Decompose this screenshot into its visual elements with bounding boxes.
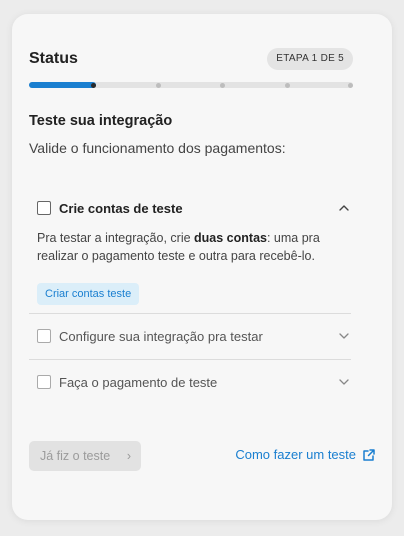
- progress-fill: [29, 82, 96, 88]
- accordion-item-create-accounts: Crie contas de teste Pra testar a integr…: [29, 197, 351, 307]
- help-link-label: Como fazer um teste: [235, 447, 356, 462]
- how-to-test-link[interactable]: Como fazer um teste: [235, 447, 376, 462]
- progress-step-dot: [155, 82, 161, 88]
- accordion-header-configure[interactable]: Configure sua integração pra testar: [29, 325, 351, 349]
- description-text: Pra testar a integração, crie: [37, 231, 195, 245]
- progress-step-dot: [90, 82, 96, 88]
- item-description: Pra testar a integração, crie duas conta…: [37, 229, 349, 265]
- progress-step-dot: [348, 82, 353, 88]
- divider: [29, 313, 351, 314]
- accordion-item-configure: Configure sua integração pra testar: [29, 325, 351, 349]
- progress-bar: [29, 82, 353, 88]
- create-test-accounts-button[interactable]: Criar contas teste: [37, 283, 140, 305]
- checkbox[interactable]: [37, 375, 51, 389]
- status-title: Status: [29, 50, 78, 67]
- progress-step-dot: [285, 82, 291, 88]
- step-badge: ETAPA 1 DE 5: [267, 48, 353, 70]
- already-tested-button[interactable]: Já fiz o teste ›: [29, 441, 141, 471]
- section-title: Teste sua integração: [29, 113, 173, 129]
- item-label: Configure sua integração pra testar: [59, 329, 263, 344]
- accordion-item-payment: Faça o pagamento de teste: [29, 371, 351, 395]
- chevron-down-icon[interactable]: [337, 375, 351, 389]
- item-label: Faça o pagamento de teste: [59, 375, 218, 390]
- accordion-header-payment[interactable]: Faça o pagamento de teste: [29, 371, 351, 395]
- chevron-up-icon[interactable]: [337, 201, 351, 215]
- checkbox[interactable]: [37, 329, 51, 343]
- accordion-header-create-accounts[interactable]: Crie contas de teste: [29, 197, 351, 221]
- status-header: Status ETAPA 1 DE 5: [29, 48, 353, 70]
- description-bold: duas contas: [194, 231, 267, 245]
- item-label: Crie contas de teste: [59, 201, 183, 216]
- external-link-icon: [363, 448, 375, 461]
- progress-step-dot: [220, 82, 226, 88]
- divider: [29, 359, 351, 360]
- section-subtitle: Valide o funcionamento dos pagamentos:: [29, 140, 286, 156]
- checkbox[interactable]: [37, 201, 51, 215]
- chevron-right-icon: ›: [126, 449, 131, 463]
- chevron-down-icon[interactable]: [337, 329, 351, 343]
- already-tested-label: Já fiz o teste: [40, 449, 111, 463]
